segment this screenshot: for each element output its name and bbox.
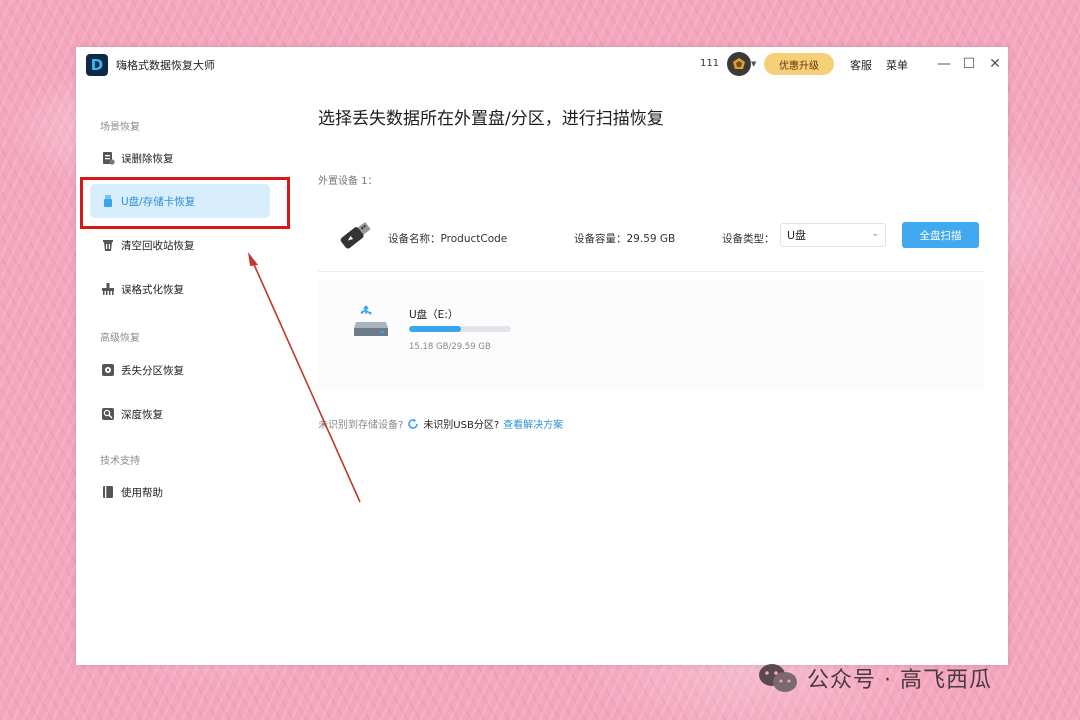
wechat-icon [759,664,797,692]
deep-scan-icon [102,408,114,420]
file-delete-icon [103,152,115,165]
partition-icon [102,364,114,376]
help-book-icon [103,486,113,498]
sidebar-item-label: 使用帮助 [121,487,163,499]
section-label-advanced: 高级恢复 [100,333,140,344]
section-label-scene: 场景恢复 [100,122,140,133]
device-name-value: ProductCode [440,233,508,245]
recycle-bin-icon [103,240,113,251]
upgrade-button[interactable]: 优惠升级 [764,53,834,75]
device-capacity-label: 设备容量： [574,233,627,245]
app-logo-icon: D [86,54,108,76]
title-bar: D 嗨格式数据恢复大师 111 ▼ 优惠升级 客服 菜单 — ☐ ✕ [76,47,1008,83]
maximize-icon[interactable]: ☐ [959,53,979,75]
format-icon [102,283,114,295]
app-title: 嗨格式数据恢复大师 [116,59,215,72]
sidebar-item-help[interactable]: 使用帮助 [90,475,270,509]
sidebar-item-format-recovery[interactable]: 误格式化恢复 [90,272,270,306]
refresh-icon [408,418,419,429]
sidebar-item-partition-recovery[interactable]: 丢失分区恢复 [90,353,270,387]
device-type-select[interactable]: U盘 ⌄ [780,223,886,247]
chevron-down-icon: ⌄ [871,229,879,239]
sidebar-item-label: 深度恢复 [121,409,163,421]
user-id: 111 [700,58,720,69]
full-scan-button[interactable]: 全盘扫描 [902,222,979,248]
help-question: 未识别到存储设备? [318,420,404,431]
usb-stick-icon [340,221,371,249]
sidebar-item-label: 清空回收站恢复 [121,240,195,252]
vip-badge-icon [733,58,745,69]
external-device-label: 外置设备 1： [318,176,378,187]
section-label-support: 技术支持 [100,456,140,467]
partition-usage-bar [409,326,511,332]
sidebar: 场景恢复 误删除恢复 U盘/存储卡恢复 清空回收站恢复 误格式化恢复 高级恢复 … [76,83,281,665]
partition-size: 15.18 GB/29.59 GB [409,342,491,352]
sidebar-item-deleted-recovery[interactable]: 误删除恢复 [90,141,270,175]
device-type-label: 设备类型： [722,233,775,245]
device-capacity: 设备容量：29.59 GB [574,231,675,246]
device-name-label: 设备名称： [388,233,441,245]
usb-drive-icon [354,305,388,336]
chevron-down-icon[interactable]: ▼ [751,60,756,68]
customer-service-link[interactable]: 客服 [850,57,872,73]
sidebar-item-label: 丢失分区恢复 [121,365,184,377]
watermark-text: 公众号 · 高飞西瓜 [807,668,992,693]
device-row: 设备名称：ProductCode 设备容量：29.59 GB 设备类型： U盘 … [318,203,984,272]
partition-card[interactable]: U盘（E:） 15.18 GB/29.59 GB [318,280,984,390]
menu-link[interactable]: 菜单 [886,57,908,73]
minimize-icon[interactable]: — [934,53,954,75]
device-type-value: U盘 [787,229,807,242]
partition-usage-fill [409,326,462,332]
watermark: 公众号 · 高飞西瓜 [757,662,992,694]
help-line: 未识别到存储设备? 未识别USB分区? 查看解决方案 [318,416,563,431]
sidebar-item-recycle-recovery[interactable]: 清空回收站恢复 [90,228,270,262]
sidebar-item-label: 误格式化恢复 [121,284,184,296]
help-usb-partition: 未识别USB分区? [423,420,500,431]
highlight-box [80,177,290,229]
close-icon[interactable]: ✕ [985,53,1005,75]
avatar[interactable] [727,52,751,76]
sidebar-item-label: 误删除恢复 [121,153,174,165]
device-capacity-value: 29.59 GB [626,233,676,245]
sidebar-item-deep-recovery[interactable]: 深度恢复 [90,397,270,431]
partition-name: U盘（E:） [409,309,459,321]
view-solution-link[interactable]: 查看解决方案 [503,416,563,431]
device-name: 设备名称：ProductCode [388,231,507,246]
page-title: 选择丢失数据所在外置盘/分区，进行扫描恢复 [318,109,664,129]
